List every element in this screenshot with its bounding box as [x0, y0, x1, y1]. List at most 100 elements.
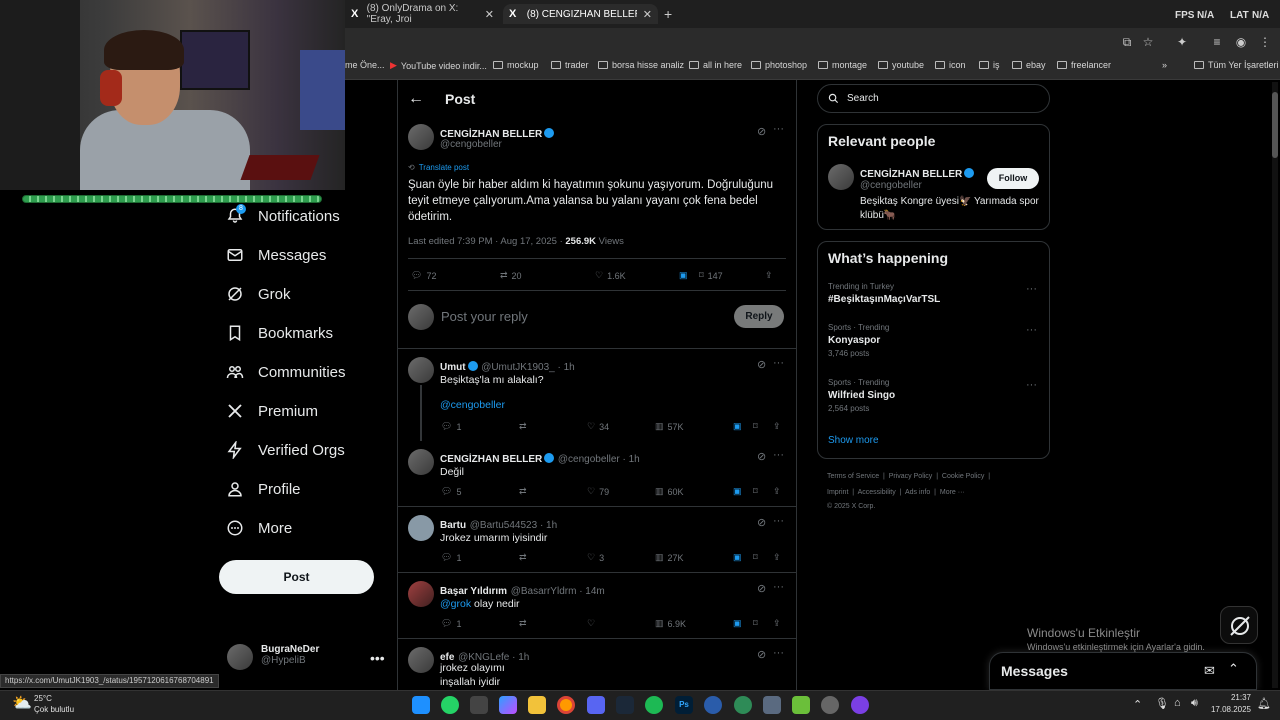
like-action[interactable]: ♡ 1.6K [595, 270, 679, 281]
repost-action[interactable]: ⇄ 20 [500, 270, 595, 281]
reply-author[interactable]: CENGİZHAN BELLER @cengobeller · 1h [440, 450, 640, 465]
app-icon[interactable] [821, 696, 839, 714]
nav-messages[interactable]: Messages [226, 246, 326, 264]
views-action[interactable]: ▥ 60K [655, 486, 733, 497]
more-options-icon[interactable]: ··· [773, 581, 784, 593]
bookmark-folder[interactable]: iş [979, 60, 1000, 70]
spotify-icon[interactable] [645, 696, 663, 714]
bookmark-folder[interactable]: trader [551, 60, 589, 70]
search-input[interactable]: Search [817, 84, 1050, 113]
person-handle[interactable]: @cengobeller [860, 180, 922, 191]
reply-avatar[interactable] [408, 515, 434, 541]
nav-more[interactable]: More [226, 519, 292, 537]
trend-item[interactable]: Trending in Turkey #BeşiktaşınMaçıVarTSL [828, 282, 940, 305]
store-icon[interactable] [470, 696, 488, 714]
grok-explain-icon[interactable]: ⊘ [757, 648, 766, 661]
person-name-row[interactable]: CENGİZHAN BELLER [860, 165, 975, 180]
author-handle[interactable]: @cengobeller [440, 139, 502, 150]
weather-icon[interactable]: ⛅ [12, 693, 32, 713]
reply-input[interactable]: Post your reply [441, 309, 528, 324]
bookmark-folder-action[interactable]: ▣ [733, 486, 753, 497]
like-action[interactable]: ♡ [587, 618, 655, 629]
footer-link[interactable]: Terms of Service [827, 473, 879, 480]
close-tab-icon[interactable]: ✕ [485, 8, 494, 21]
expand-icon[interactable]: ⌃ [1228, 661, 1239, 677]
start-icon[interactable] [412, 696, 430, 714]
post-timestamp[interactable]: Last edited 7:39 PM · Aug 17, 2025 · [408, 236, 565, 247]
browser-tab[interactable]: X (8) OnlyDrama on X: "Eray, Jroi ✕ [345, 3, 500, 25]
file-explorer-icon[interactable] [528, 696, 546, 714]
reply-author[interactable]: Başar Yıldırım @BasarrYldrm · 14m [440, 582, 605, 597]
bookmarks-overflow-icon[interactable]: » [1162, 60, 1167, 70]
reply-avatar[interactable] [408, 357, 434, 383]
reply-author[interactable]: Bartu @Bartu544523 · 1h [440, 516, 557, 531]
reply-action[interactable]: 💬︎ 72 [411, 270, 500, 281]
like-action[interactable]: ♡ 3 [587, 552, 655, 563]
author-avatar[interactable] [408, 124, 434, 150]
extensions-icon[interactable]: ✦ [1175, 35, 1189, 49]
chrome-icon[interactable] [557, 696, 575, 714]
footer-link[interactable]: Cookie Policy [942, 473, 984, 480]
more-options-icon[interactable]: ··· [773, 357, 784, 369]
bookmark-item[interactable]: me Öne... [345, 60, 385, 70]
bookmark-folder[interactable]: all in here [689, 60, 742, 70]
trend-more-icon[interactable]: ··· [1026, 324, 1037, 336]
footer-link[interactable]: Privacy Policy [889, 473, 933, 480]
bookmark-action[interactable]: ⌑ [753, 486, 773, 497]
share-action[interactable]: ⇪ [773, 421, 781, 432]
discord-icon[interactable] [587, 696, 605, 714]
bookmark-folder[interactable]: montage [818, 60, 867, 70]
trend-more-icon[interactable]: ··· [1026, 379, 1037, 391]
bookmark-action[interactable]: ⌑ 147 [699, 270, 765, 281]
footer-link[interactable]: Ads info [905, 489, 930, 496]
volume-icon[interactable]: 🔊︎ [1191, 697, 1198, 710]
mention-link[interactable]: @cengobeller [440, 399, 505, 411]
footer-link[interactable]: More ··· [940, 489, 965, 496]
account-more-icon[interactable]: ••• [370, 650, 385, 666]
like-action[interactable]: ♡ 79 [587, 486, 655, 497]
settings-icon[interactable] [763, 696, 781, 714]
share-action[interactable]: ⇪ [773, 486, 781, 497]
reply-action[interactable]: 💬︎ 1 [441, 618, 519, 629]
bookmark-action[interactable]: ⌑ [753, 618, 773, 629]
share-action[interactable]: ⇪ [773, 552, 781, 563]
all-bookmarks[interactable]: Tüm Yer İşaretleri [1194, 60, 1279, 70]
tray-overflow-icon[interactable]: ⌃ [1133, 698, 1142, 711]
more-options-icon[interactable]: ··· [773, 647, 784, 659]
author-name-row[interactable]: CENGİZHAN BELLER [440, 125, 555, 140]
whatsapp-icon[interactable] [441, 696, 459, 714]
notification-center-icon[interactable]: 🔔︎ [1257, 697, 1271, 710]
trend-item[interactable]: Sports · Trending Wilfried Singo 2,564 p… [828, 378, 895, 413]
bookmark-action[interactable]: ⌑ [753, 421, 773, 432]
browser-tab-active[interactable]: X (8) CENGİZHAN BELLER on X: " ✕ [503, 4, 658, 24]
bookmark-folder[interactable]: youtube [878, 60, 924, 70]
nav-bookmarks[interactable]: Bookmarks [226, 324, 333, 342]
more-options-icon[interactable]: ··· [773, 123, 784, 135]
repost-action[interactable]: ⇄ [519, 552, 587, 563]
bookmark-folder[interactable]: ebay [1012, 60, 1046, 70]
profile-icon[interactable]: ◉ [1234, 35, 1248, 49]
nav-verified-orgs[interactable]: Verified Orgs [226, 441, 345, 459]
close-tab-icon[interactable]: ✕ [643, 8, 652, 21]
trend-item[interactable]: Sports · Trending Konyaspor 3,746 posts [828, 323, 889, 358]
repost-action[interactable]: ⇄ [519, 421, 587, 432]
steam-icon[interactable] [616, 696, 634, 714]
nav-communities[interactable]: Communities [226, 363, 346, 381]
clock-time[interactable]: 21:37 [1213, 693, 1251, 702]
trend-more-icon[interactable]: ··· [1026, 283, 1037, 295]
microphone-icon[interactable]: 🎙︎ [1155, 697, 1169, 710]
person-avatar[interactable] [828, 164, 854, 190]
bookmark-item[interactable]: ▶ YouTube video indir... [390, 60, 487, 71]
new-message-icon[interactable]: ✉ [1204, 663, 1215, 679]
app-icon[interactable] [734, 696, 752, 714]
bookmark-folder[interactable]: borsa hisse analiz [598, 60, 684, 70]
grok-floating-button[interactable] [1220, 606, 1258, 644]
more-options-icon[interactable]: ··· [773, 515, 784, 527]
reply-avatar[interactable] [408, 581, 434, 607]
bookmark-folder-action[interactable]: ▣ [733, 618, 753, 629]
share-action[interactable]: ⇪ [773, 618, 781, 629]
nav-grok[interactable]: Grok [226, 285, 291, 303]
grok-explain-icon[interactable]: ⊘ [757, 516, 766, 529]
reply-button[interactable]: Reply [734, 305, 784, 328]
nav-premium[interactable]: Premium [226, 402, 318, 420]
